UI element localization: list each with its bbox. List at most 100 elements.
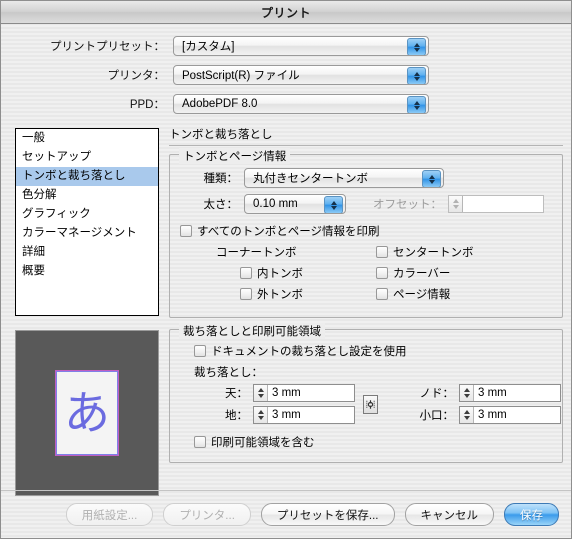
mark-type-value: 丸付きセンタートンボ — [253, 173, 368, 185]
inner-marks-label: 内トンボ — [257, 268, 303, 280]
bleed-section-label-row: 裁ち落とし： — [180, 364, 552, 380]
color-bar-checkbox[interactable] — [376, 267, 388, 279]
mark-offset-field[interactable] — [448, 195, 544, 213]
chain-link-icon — [366, 399, 375, 409]
print-preset-label: プリントプリセット： — [50, 41, 165, 53]
include-printable-area-label: 印刷可能領域を含む — [211, 437, 315, 449]
corner-marks-row: コーナートンボ — [216, 244, 376, 260]
color-bar-label: カラーバー — [393, 268, 451, 280]
sidebar-item-graphics[interactable]: グラフィック — [16, 205, 158, 224]
print-all-marks-row[interactable]: すべてのトンボとページ情報を印刷 — [180, 223, 552, 239]
mark-type-label: 種類： — [203, 173, 239, 185]
preview-glyph: あ — [64, 386, 110, 440]
bleed-top-row: 天： 3 mm — [214, 384, 355, 402]
print-dialog: プリント プリントプリセット： [カスタム] プリンタ： PostScript(… — [0, 0, 572, 539]
marks-group-title: トンボとページ情報 — [179, 148, 291, 164]
ppd-dropdown[interactable]: AdobePDF 8.0 — [173, 94, 429, 114]
printer-button[interactable]: プリンタ... — [163, 503, 251, 526]
category-list[interactable]: 一般 セットアップ トンボと裁ち落とし 色分解 グラフィック カラーマネージメン… — [15, 128, 159, 316]
chevron-updown-icon — [407, 96, 426, 113]
print-all-marks-label: すべてのトンボとページ情報を印刷 — [197, 226, 380, 238]
chevron-updown-icon — [407, 67, 426, 84]
sidebar-item-setup[interactable]: セットアップ — [16, 148, 158, 167]
bleed-top-field[interactable]: 3 mm — [253, 384, 355, 402]
mark-offset-label: オフセット： — [373, 199, 442, 211]
use-document-bleed-checkbox[interactable] — [194, 345, 206, 357]
printer-value: PostScript(R) ファイル — [182, 70, 300, 82]
bleed-inside-label: ノド： — [419, 388, 455, 400]
sidebar-item-color-separation[interactable]: 色分解 — [16, 186, 158, 205]
use-document-bleed-label: ドキュメントの裁ち落とし設定を使用 — [211, 346, 407, 358]
page-info-row[interactable]: ページ情報 — [376, 286, 536, 302]
sidebar-item-general[interactable]: 一般 — [16, 129, 158, 148]
center-marks-row[interactable]: センタートンボ — [376, 244, 536, 260]
bleed-right-column: ノド： 3 mm 小口： 3 mm — [410, 384, 561, 424]
bleed-section-label: 裁ち落とし： — [194, 367, 263, 379]
page-setup-button[interactable]: 用紙設定... — [65, 503, 154, 526]
printer-label: プリンタ： — [107, 70, 166, 82]
bleed-outside-field[interactable]: 3 mm — [459, 406, 561, 424]
mark-type-dropdown[interactable]: 丸付きセンタートンボ — [244, 168, 444, 188]
bleed-outside-row: 小口： 3 mm — [410, 406, 561, 424]
bleed-bottom-row: 地： 3 mm — [214, 406, 355, 424]
marks-left-column: コーナートンボ 内トンボ 外トンボ — [180, 244, 376, 307]
outer-marks-checkbox[interactable] — [240, 288, 252, 300]
window-title: プリント — [260, 5, 311, 20]
inner-marks-row[interactable]: 内トンボ — [216, 265, 376, 281]
print-all-marks-checkbox[interactable] — [180, 225, 192, 237]
link-bleed-values-button[interactable] — [363, 394, 378, 414]
include-printable-area-row[interactable]: 印刷可能領域を含む — [180, 434, 552, 450]
inner-marks-checkbox[interactable] — [240, 267, 252, 279]
ppd-row: PPD： AdobePDF 8.0 — [1, 91, 571, 117]
title-bar: プリント — [1, 1, 571, 24]
chevron-updown-icon — [422, 170, 441, 187]
outer-marks-row[interactable]: 外トンボ — [216, 286, 376, 302]
marks-columns: コーナートンボ 内トンボ 外トンボ センタートンボ カラーバー ページ情報 — [180, 244, 552, 307]
save-preset-button[interactable]: プリセットを保存... — [260, 503, 395, 526]
stepper-icon[interactable] — [254, 407, 268, 423]
print-preset-row: プリントプリセット： [カスタム] — [1, 33, 571, 59]
marks-right-column: センタートンボ カラーバー ページ情報 — [376, 244, 536, 307]
stepper-icon[interactable] — [449, 196, 463, 212]
mark-weight-row: 太さ： 0.10 mm オフセット： — [180, 194, 552, 214]
center-marks-checkbox[interactable] — [376, 246, 388, 258]
mark-weight-dropdown[interactable]: 0.10 mm — [244, 194, 346, 214]
stepper-icon[interactable] — [254, 385, 268, 401]
pane-heading: トンボと裁ち落とし — [169, 126, 563, 146]
bleed-left-column: 天： 3 mm 地： 3 mm — [214, 384, 355, 424]
bleed-bottom-field[interactable]: 3 mm — [253, 406, 355, 424]
save-button[interactable]: 保存 — [504, 503, 559, 526]
bleed-inside-field[interactable]: 3 mm — [459, 384, 561, 402]
bleed-bottom-label: 地： — [225, 410, 248, 422]
printer-dropdown[interactable]: PostScript(R) ファイル — [173, 65, 429, 85]
sidebar-item-marks-and-bleed[interactable]: トンボと裁ち落とし — [16, 167, 158, 186]
bleed-bottom-value: 3 mm — [268, 407, 354, 423]
use-document-bleed-row[interactable]: ドキュメントの裁ち落とし設定を使用 — [180, 343, 552, 359]
preset-rows: プリントプリセット： [カスタム] プリンタ： PostScript(R) ファ… — [1, 24, 571, 124]
bleed-inside-value: 3 mm — [474, 385, 560, 401]
dialog-body: 一般 セットアップ トンボと裁ち落とし 色分解 グラフィック カラーマネージメン… — [1, 124, 571, 504]
mark-weight-label: 太さ： — [203, 199, 239, 211]
page-preview: あ — [15, 330, 159, 496]
page-info-checkbox[interactable] — [376, 288, 388, 300]
mark-offset-value — [463, 196, 543, 212]
bleed-and-printable-area-group: 裁ち落としと印刷可能領域 ドキュメントの裁ち落とし設定を使用 裁ち落とし： 天： — [169, 323, 563, 463]
ppd-value: AdobePDF 8.0 — [182, 98, 258, 110]
sidebar-item-advanced[interactable]: 詳細 — [16, 243, 158, 262]
mark-type-row: 種類： 丸付きセンタートンボ — [180, 168, 552, 188]
marks-and-page-info-group: トンボとページ情報 種類： 丸付きセンタートンボ 太さ： 0.10 mm オフセ… — [169, 148, 563, 318]
color-bar-row[interactable]: カラーバー — [376, 265, 536, 281]
sidebar-item-color-management[interactable]: カラーマネージメント — [16, 224, 158, 243]
dialog-footer: 用紙設定... プリンタ... プリセットを保存... キャンセル 保存 — [1, 490, 571, 538]
ppd-label: PPD： — [129, 99, 165, 111]
stepper-icon[interactable] — [460, 385, 474, 401]
printer-row: プリンタ： PostScript(R) ファイル — [1, 62, 571, 88]
corner-marks-label: コーナートンボ — [216, 247, 297, 259]
bleed-outside-label: 小口： — [419, 410, 455, 422]
include-printable-area-checkbox[interactable] — [194, 436, 206, 448]
stepper-icon[interactable] — [460, 407, 474, 423]
sidebar-item-summary[interactable]: 概要 — [16, 262, 158, 281]
cancel-button[interactable]: キャンセル — [404, 503, 494, 526]
mark-weight-value: 0.10 mm — [253, 198, 298, 210]
print-preset-dropdown[interactable]: [カスタム] — [173, 36, 429, 56]
